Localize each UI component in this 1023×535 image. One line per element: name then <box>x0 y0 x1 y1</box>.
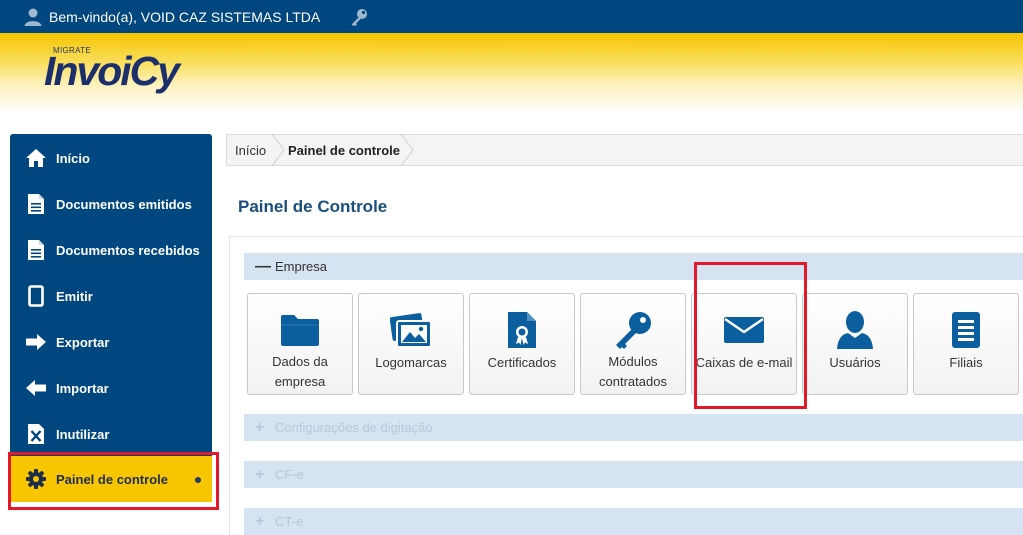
breadcrumb-separator-icon <box>272 134 285 166</box>
sidebar-item-label: Importar <box>56 380 109 396</box>
logo-main-text: InvoiCy <box>44 48 180 94</box>
sidebar-item-label: Inutilizar <box>56 426 110 442</box>
page-icon <box>24 284 48 308</box>
tile-logomarcas[interactable]: Logomarcas <box>358 293 464 395</box>
top-bar: Bem-vindo(a), VOID CAZ SISTEMAS LTDA <box>0 0 1023 33</box>
sidebar-item-label: Documentos emitidos <box>56 196 192 212</box>
breadcrumb-item-current: Painel de controle <box>288 142 400 158</box>
tile-usuarios[interactable]: Usuários <box>802 293 908 395</box>
document-icon <box>24 192 48 216</box>
sidebar-item-documentos-emitidos[interactable]: Documentos emitidos <box>10 181 212 227</box>
tile-label-line1: Filiais <box>949 355 983 370</box>
certificate-icon <box>470 310 574 350</box>
section-empresa[interactable]: — Empresa <box>244 253 1023 280</box>
expand-icon: + <box>255 512 265 530</box>
section-cf-e[interactable]: + CF-e <box>244 461 1023 488</box>
expand-icon: + <box>255 418 265 436</box>
highlight-box-sidebar <box>8 452 219 510</box>
image-icon <box>359 310 463 350</box>
tile-label-line1: Módulos <box>608 354 658 369</box>
sidebar-item-inicio[interactable]: Início <box>10 135 212 181</box>
sidebar-item-label: Emitir <box>56 288 93 304</box>
breadcrumb-item-inicio[interactable]: Início <box>235 135 266 165</box>
tile-modulos-contratados[interactable]: Módulos contratados <box>580 293 686 395</box>
tile-label-line1: Dados da <box>272 354 328 369</box>
document-icon <box>24 238 48 262</box>
collapse-icon: — <box>255 257 271 275</box>
sidebar: Início Documentos emitidos Documentos re… <box>10 134 212 456</box>
list-document-icon <box>914 310 1018 350</box>
tile-filiais[interactable]: Filiais <box>913 293 1019 395</box>
sidebar-item-label: Início <box>56 150 90 166</box>
page-title: Painel de Controle <box>238 197 388 216</box>
arrow-left-icon <box>24 376 48 400</box>
key-icon[interactable] <box>349 7 369 27</box>
sidebar-item-emitir[interactable]: Emitir <box>10 273 212 319</box>
section-ct-e[interactable]: + CT-e <box>244 508 1023 535</box>
tile-label-line1: Certificados <box>487 355 557 370</box>
user-icon <box>23 7 43 27</box>
section-configuracoes-de-digitacao[interactable]: + Configurações de digitação <box>244 414 1023 441</box>
home-icon <box>24 146 48 170</box>
folder-icon <box>248 310 352 350</box>
breadcrumb: Início Painel de controle <box>226 134 1023 166</box>
sidebar-item-label: Exportar <box>56 334 110 350</box>
sidebar-item-label: Documentos recebidos <box>56 242 200 258</box>
section-title: Empresa <box>275 259 328 274</box>
tile-label-line2: empresa <box>274 374 326 389</box>
arrow-right-icon <box>24 330 48 354</box>
tile-label-line2: contratados <box>599 374 667 389</box>
sidebar-item-documentos-recebidos[interactable]: Documentos recebidos <box>10 227 212 273</box>
section-title: CF-e <box>275 467 304 482</box>
tile-certificados[interactable]: Certificados <box>469 293 575 395</box>
user-icon <box>803 310 907 350</box>
tile-label-line1: Logomarcas <box>375 355 447 370</box>
sidebar-item-importar[interactable]: Importar <box>10 365 212 411</box>
section-title: CT-e <box>275 514 304 529</box>
header-banner: MIGRATE InvoiCy <box>0 33 1023 114</box>
highlight-box-tile <box>694 262 807 409</box>
section-title: Configurações de digitação <box>275 420 433 435</box>
key-icon <box>581 310 685 350</box>
expand-icon: + <box>255 465 265 483</box>
sidebar-item-exportar[interactable]: Exportar <box>10 319 212 365</box>
sidebar-item-inutilizar[interactable]: Inutilizar <box>10 411 212 457</box>
tile-dados-da-empresa[interactable]: Dados da empresa <box>247 293 353 395</box>
welcome-text: Bem-vindo(a), VOID CAZ SISTEMAS LTDA <box>49 8 321 25</box>
cancel-document-icon <box>24 422 48 446</box>
breadcrumb-separator-icon <box>401 134 414 166</box>
tile-label-line1: Usuários <box>829 355 881 370</box>
